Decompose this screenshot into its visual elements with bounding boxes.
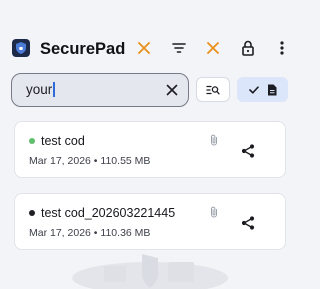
lock-icon[interactable]: [238, 38, 258, 58]
sort-icon[interactable]: [169, 38, 189, 58]
close-icon[interactable]: [134, 38, 154, 58]
text-caret: [53, 82, 55, 97]
app-header: SecurePad: [0, 30, 300, 66]
close-icon[interactable]: [164, 82, 180, 98]
empty-state-illustration: [72, 254, 228, 289]
note-meta: Mar 17, 2026 • 110.36 MB: [29, 227, 151, 239]
share-icon[interactable]: [240, 215, 256, 231]
attachment-icon: [211, 206, 217, 218]
status-dot: [29, 210, 35, 216]
note-card[interactable]: test cod_202603221445 Mar 17, 2026 • 110…: [14, 193, 286, 250]
check-icon: [248, 85, 259, 94]
status-dot: [29, 138, 35, 144]
attachment-icon: [211, 134, 217, 146]
note-meta: Mar 17, 2026 • 110.55 MB: [29, 155, 151, 167]
status-bar: [0, 0, 300, 26]
share-icon[interactable]: [240, 143, 256, 159]
note-card[interactable]: test cod Mar 17, 2026 • 110.55 MB: [14, 121, 286, 178]
app-logo: [12, 39, 30, 57]
close-icon[interactable]: [203, 38, 223, 58]
note-title: test cod: [41, 134, 85, 148]
app-title: SecurePad: [40, 40, 126, 58]
search-list-icon: [206, 85, 220, 94]
document-icon: [267, 84, 276, 95]
note-title: test cod_202603221445: [41, 206, 176, 220]
search-input-text: your: [26, 82, 55, 98]
search-input[interactable]: your: [11, 73, 189, 107]
document-filter-chip[interactable]: [237, 77, 288, 102]
search-scope-button[interactable]: [196, 77, 230, 102]
more-vert-icon[interactable]: [272, 38, 292, 58]
